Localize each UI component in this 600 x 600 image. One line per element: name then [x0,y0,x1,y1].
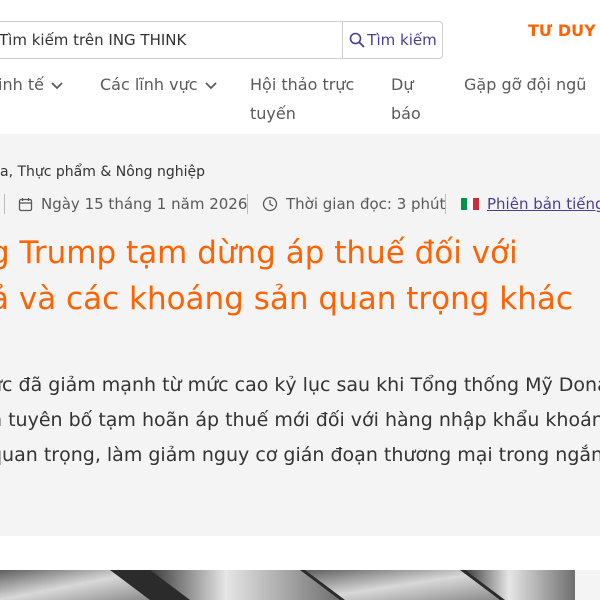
article-meta: Ngày 15 tháng 1 năm 2026 Thời gian đọc: … [0,192,600,216]
section-gap [0,536,600,570]
italy-flag-icon [461,198,479,210]
nav-item-label: Các lĩnh vực [100,75,198,94]
calendar-icon [18,197,33,211]
search-box: Tìm kiếm [0,21,443,59]
article-category[interactable]: a, Thực phẩm & Nông nghiệp [0,164,205,180]
meta-divider [247,194,248,214]
search-button[interactable]: Tìm kiếm [343,22,443,58]
article-read-time: Thời gian đọc: 3 phút [262,192,445,216]
headline-line: ả và các khoáng sản quan trọng khác [0,281,573,317]
brand-bold: TƯ DUY [528,21,596,40]
silver-bars-image [0,570,600,600]
brand-logo-text[interactable]: TƯ DUY p [528,21,600,40]
nav-item-economy[interactable]: inh tế [0,70,64,99]
nav-item-label-line1: Hội thảo trực [250,75,355,94]
nav-item-label-line1: Dự [391,75,414,94]
main-nav: inh tế Các lĩnh vực Hội thảo trực tuyến … [0,64,600,134]
article-headline: g Trump tạm dừng áp thuế đối với ả và cá… [0,230,600,322]
lead-line: ực đã giảm mạnh từ mức cao kỷ lục sau kh… [0,374,600,396]
article-read-time-text: Thời gian đọc: 3 phút [286,195,446,213]
nav-item-webinars[interactable]: Hội thảo trực tuyến [250,70,354,128]
nav-item-team[interactable]: Gặp gỡ đội ngũ [464,70,586,99]
search-icon [349,32,365,48]
lead-line: h tuyên bố tạm hoãn áp thuế mới đối với … [0,409,600,431]
top-bar: Tìm kiếm TƯ DUY p [0,0,600,64]
search-input[interactable] [0,22,349,58]
lead-line: quan trọng, làm giảm nguy cơ gián đoạn t… [0,444,600,466]
clock-icon [262,196,278,212]
nav-item-label-line2: báo [391,104,421,123]
nav-item-label: inh tế [0,75,44,94]
page: Tìm kiếm TƯ DUY p inh tế Các lĩnh vực Hộ… [0,0,600,600]
headline-line: g Trump tạm dừng áp thuế đối với [0,235,518,271]
chevron-down-icon [204,81,217,89]
language-version[interactable]: Phiên bản tiếng Ý [461,192,600,216]
nav-item-forecasts[interactable]: Dự báo [391,70,421,128]
article-date-text: Ngày 15 tháng 1 năm 2026 [41,195,248,213]
nav-item-label: Gặp gỡ đội ngũ [464,75,587,94]
nav-item-sectors[interactable]: Các lĩnh vực [100,70,218,99]
meta-divider [445,194,446,214]
search-button-label: Tìm kiếm [367,31,437,49]
chevron-down-icon [51,81,63,89]
meta-divider [4,194,5,214]
article-date: Ngày 15 tháng 1 năm 2026 [18,192,247,216]
nav-item-label-line2: tuyến [250,104,296,123]
article-lead: ực đã giảm mạnh từ mức cao kỷ lục sau kh… [0,368,600,473]
hero-image [0,570,600,600]
article-header: a, Thực phẩm & Nông nghiệp Ngày 15 tháng… [0,134,600,600]
language-link[interactable]: Phiên bản tiếng Ý [487,192,600,216]
